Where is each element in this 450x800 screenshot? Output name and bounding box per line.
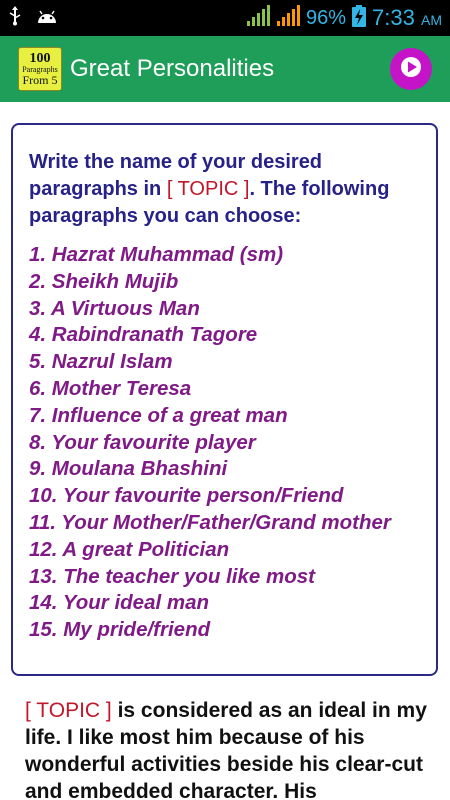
clock: 7:33 AM [372, 5, 442, 31]
status-bar: 96% 7:33 AM [0, 0, 450, 36]
clock-time: 7:33 [372, 5, 415, 30]
play-button[interactable] [390, 48, 432, 90]
paragraph-text: [ TOPIC ] is considered as an ideal in m… [25, 697, 435, 800]
topic-item: 15. My pride/friend [29, 618, 211, 642]
topic-item: 12. A great Politician [29, 537, 230, 561]
app-bar: 100 Paragraphs From 5 Great Personalitie… [0, 36, 450, 102]
play-icon [400, 56, 422, 83]
topic-item: 9. Moulana Bhashini [29, 457, 228, 481]
topic-item: 1. Hazrat Muhammad (sm) [29, 243, 284, 266]
logo-line-3: From 5 [22, 73, 58, 87]
topic-item: 4. Rabindranath Tagore [29, 323, 258, 347]
topic-item: 11. Your Mother/Father/Grand mother [29, 510, 391, 534]
logo-line-1: 100 [29, 51, 51, 66]
wifi-signal-icon [246, 4, 271, 32]
topic-item: 3. A Virtuous Man [29, 296, 200, 320]
topic-item: 14. Your ideal man [29, 591, 210, 615]
topic-list: 1. Hazrat Muhammad (sm) 2. Sheikh Mujib … [29, 242, 420, 644]
clock-ampm: AM [421, 12, 442, 28]
topic-item: 13. The teacher you like most [29, 564, 315, 588]
card-intro: Write the name of your desired paragraph… [29, 149, 420, 230]
topic-item: 8. Your favourite player [29, 430, 256, 454]
topic-token: [ TOPIC ] [166, 178, 250, 200]
usb-icon [8, 5, 22, 31]
paragraph-topic-token: [ TOPIC ] [25, 699, 112, 722]
topic-item: 5. Nazrul Islam [29, 350, 173, 374]
cell-signal-icon [276, 4, 301, 32]
topic-card: Write the name of your desired paragraph… [11, 123, 438, 676]
android-icon [36, 8, 58, 29]
topic-item: 7. Influence of a great man [29, 403, 288, 427]
topic-item: 2. Sheikh Mujib [29, 269, 179, 293]
topic-item: 6. Mother Teresa [29, 376, 192, 400]
battery-charging-icon [352, 4, 367, 32]
battery-percent: 96% [306, 6, 347, 29]
topic-item: 10. Your favourite person/Friend [29, 484, 344, 508]
app-logo: 100 Paragraphs From 5 [18, 47, 62, 91]
app-title: Great Personalities [70, 55, 275, 82]
